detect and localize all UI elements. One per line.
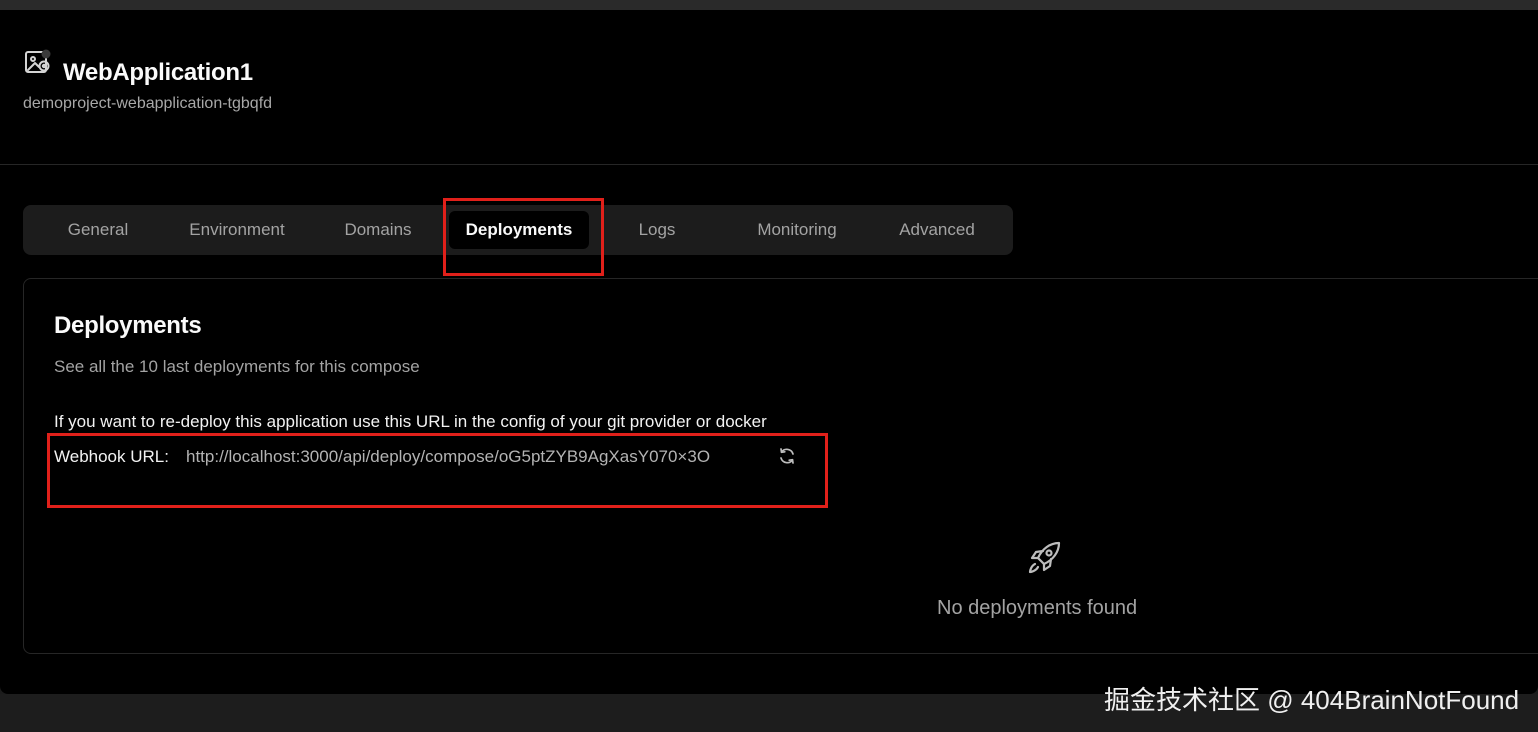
tab-monitoring[interactable]: Monitoring (735, 211, 859, 249)
app-title: WebApplication1 (63, 59, 253, 86)
app-slug: demoproject-webapplication-tgbqfd (23, 95, 273, 112)
deployments-title: Deployments (54, 312, 202, 339)
application-icon (24, 48, 52, 76)
tab-highlight-box (443, 198, 604, 276)
tab-logs[interactable]: Logs (607, 211, 707, 249)
redeploy-note: If you want to re-deploy this applicatio… (54, 412, 767, 431)
webhook-highlight-box (47, 433, 828, 508)
tab-domains[interactable]: Domains (327, 211, 429, 249)
rocket-icon (1024, 538, 1064, 578)
deployments-description: See all the 10 last deployments for this… (54, 357, 420, 376)
empty-state-text: No deployments found (937, 597, 1138, 619)
tab-general[interactable]: General (43, 211, 153, 249)
tab-advanced[interactable]: Advanced (879, 211, 995, 249)
app-header (0, 10, 1538, 165)
tab-environment[interactable]: Environment (175, 211, 299, 249)
watermark: 掘金技术社区 @ 404BrainNotFound (1104, 685, 1520, 715)
window-top-bar (0, 0, 1538, 10)
